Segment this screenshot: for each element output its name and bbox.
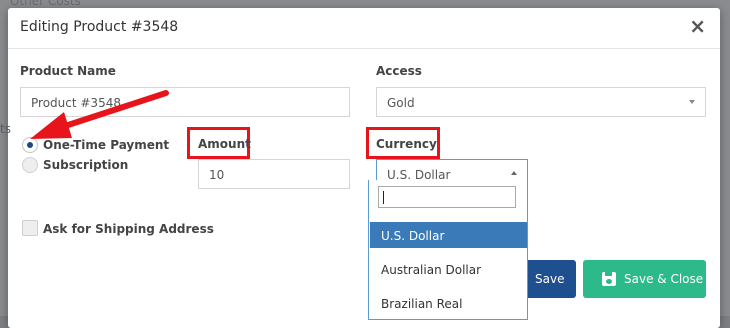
annotation-arrow-icon (30, 90, 169, 139)
